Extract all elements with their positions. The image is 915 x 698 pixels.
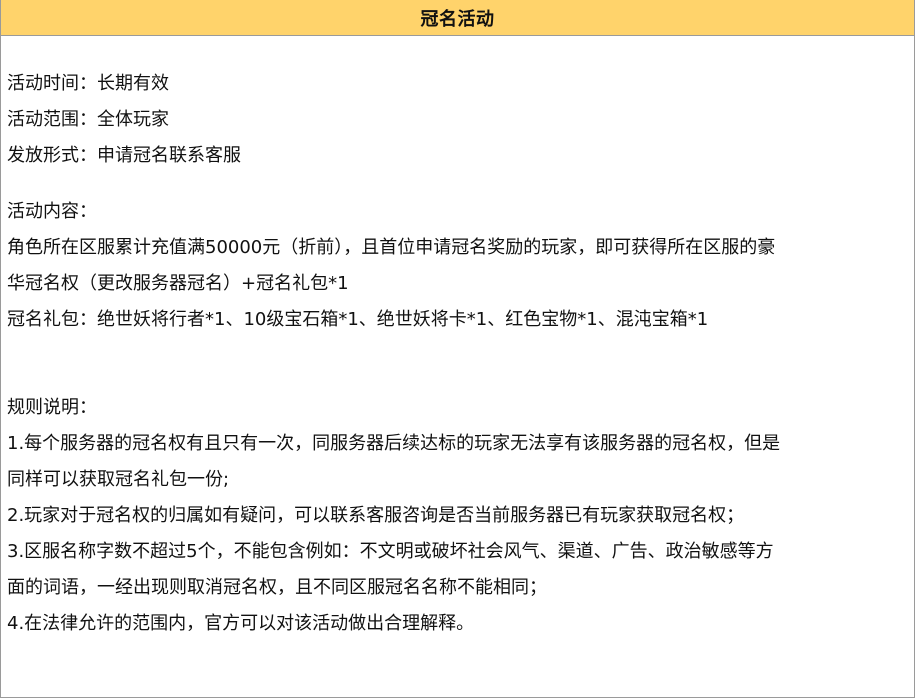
activity-sheet: 冠名活动 活动时间：长期有效 活动范围：全体玩家 发放形式：申请冠名联系客服 活… (0, 0, 915, 698)
content-heading: 活动内容： (7, 201, 97, 222)
rules-heading: 规则说明： (7, 397, 97, 418)
sheet-content: 活动时间：长期有效 活动范围：全体玩家 发放形式：申请冠名联系客服 活动内容： … (1, 36, 914, 642)
content-description-line-2: 华冠名权（更改服务器冠名）+冠名礼包*1 (7, 273, 349, 294)
rule-1-line-1: 1.每个服务器的冠名权有且只有一次，同服务器后续达标的玩家无法享有该服务器的冠名… (7, 433, 781, 454)
header-title: 冠名活动 (420, 8, 495, 30)
sheet-header: 冠名活动 (1, 0, 914, 36)
distribution-form: 发放形式：申请冠名联系客服 (7, 145, 241, 166)
activity-scope: 活动范围：全体玩家 (7, 109, 169, 130)
activity-time: 活动时间：长期有效 (7, 73, 169, 94)
gift-pack-contents: 冠名礼包：绝世妖将行者*1、10级宝石箱*1、绝世妖将卡*1、红色宝物*1、混沌… (7, 309, 709, 330)
rule-3-line-2: 面的词语，一经出现则取消冠名权，且不同区服冠名名称不能相同； (7, 577, 547, 598)
rule-2: 2.玩家对于冠名权的归属如有疑问，可以联系客服咨询是否当前服务器已有玩家获取冠名… (7, 505, 745, 526)
content-description-line-1: 角色所在区服累计充值满50000元（折前），且首位申请冠名奖励的玩家，即可获得所… (7, 237, 776, 258)
rule-4: 4.在法律允许的范围内，官方可以对该活动做出合理解释。 (7, 613, 475, 634)
rule-1-line-2: 同样可以获取冠名礼包一份; (7, 469, 230, 490)
rule-3-line-1: 3.区服名称字数不超过5个，不能包含例如：不文明或破坏社会风气、渠道、广告、政治… (7, 541, 774, 562)
